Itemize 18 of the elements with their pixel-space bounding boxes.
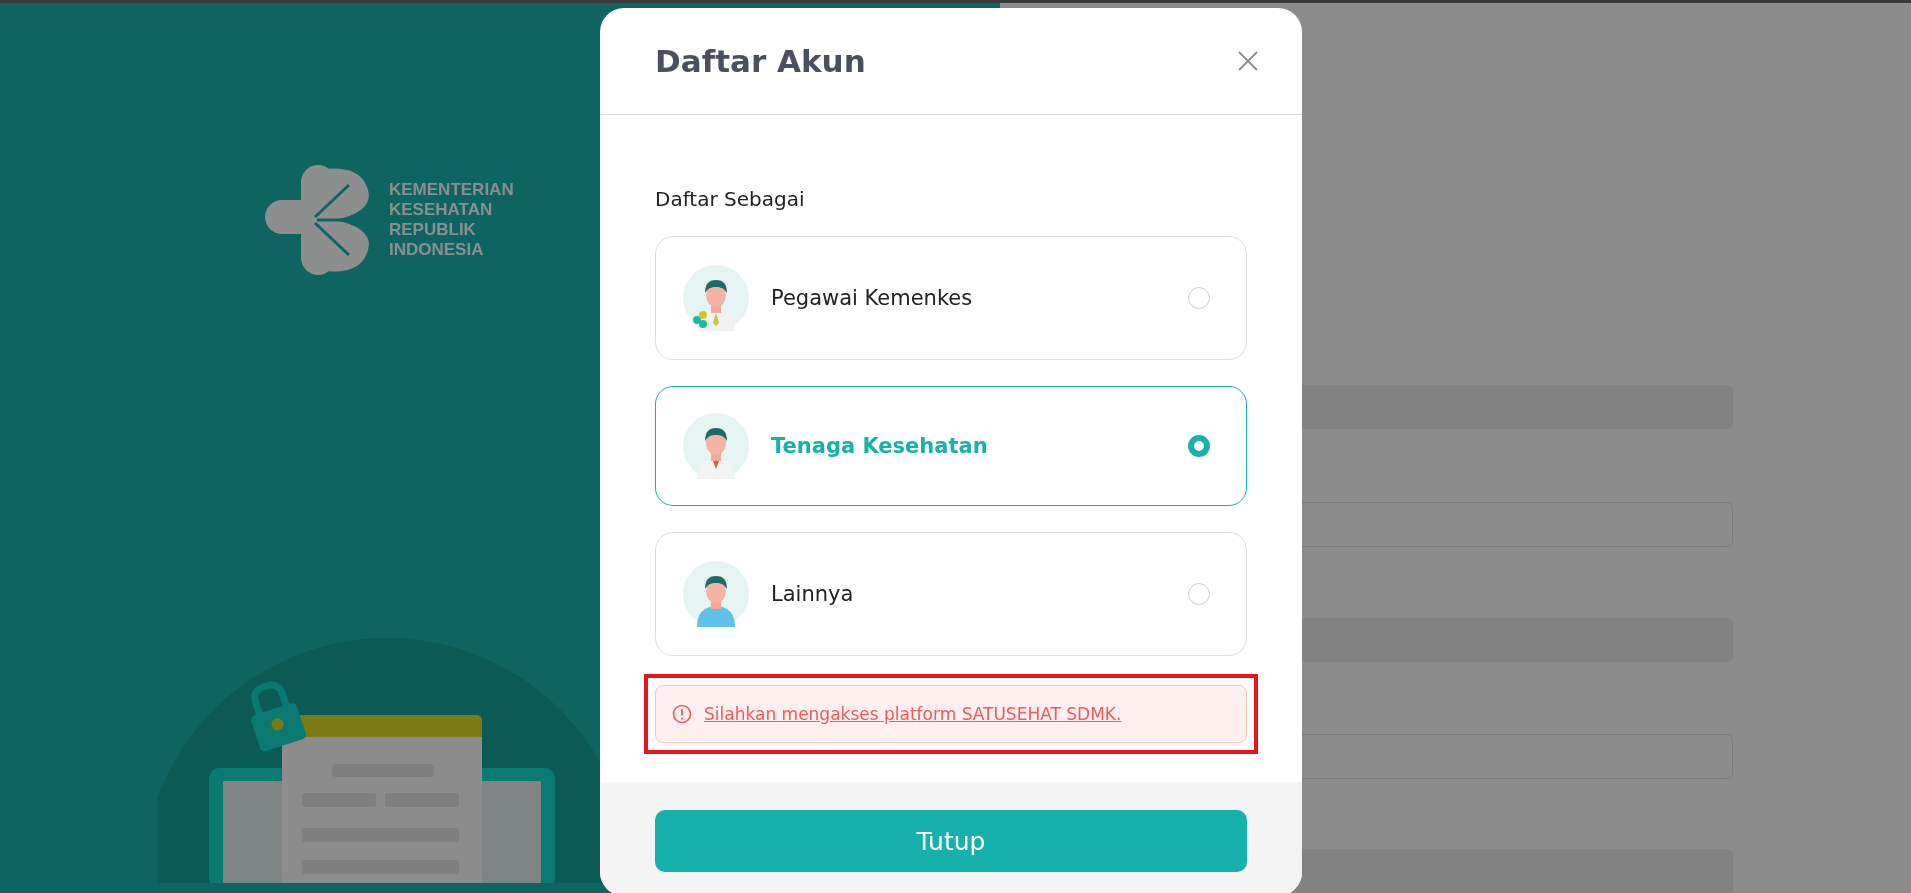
dialog-title: Daftar Akun <box>655 43 866 79</box>
role-option[interactable]: Lainnya <box>655 532 1247 656</box>
warning-icon <box>672 704 692 724</box>
person-avatar-icon <box>683 561 749 627</box>
close-button[interactable]: Tutup <box>655 810 1247 872</box>
alert-link[interactable]: Silahkan mengakses platform SATUSEHAT SDMK. <box>704 704 1122 724</box>
role-option[interactable]: Tenaga Kesehatan <box>655 386 1247 506</box>
section-label: Daftar Sebagai <box>655 187 806 211</box>
brand-text: INDONESIA <box>389 240 485 260</box>
brand-text: REPUBLIK <box>389 220 477 240</box>
brand-text: KEMENTERIAN <box>389 180 514 200</box>
radio-button[interactable] <box>1188 287 1210 309</box>
person-avatar-icon <box>683 265 749 331</box>
person-avatar-icon <box>683 413 749 479</box>
brand-text: KESEHATAN <box>389 200 494 220</box>
role-option[interactable]: Pegawai Kemenkes <box>655 236 1247 360</box>
radio-button[interactable] <box>1188 583 1210 605</box>
radio-button[interactable] <box>1188 435 1210 457</box>
